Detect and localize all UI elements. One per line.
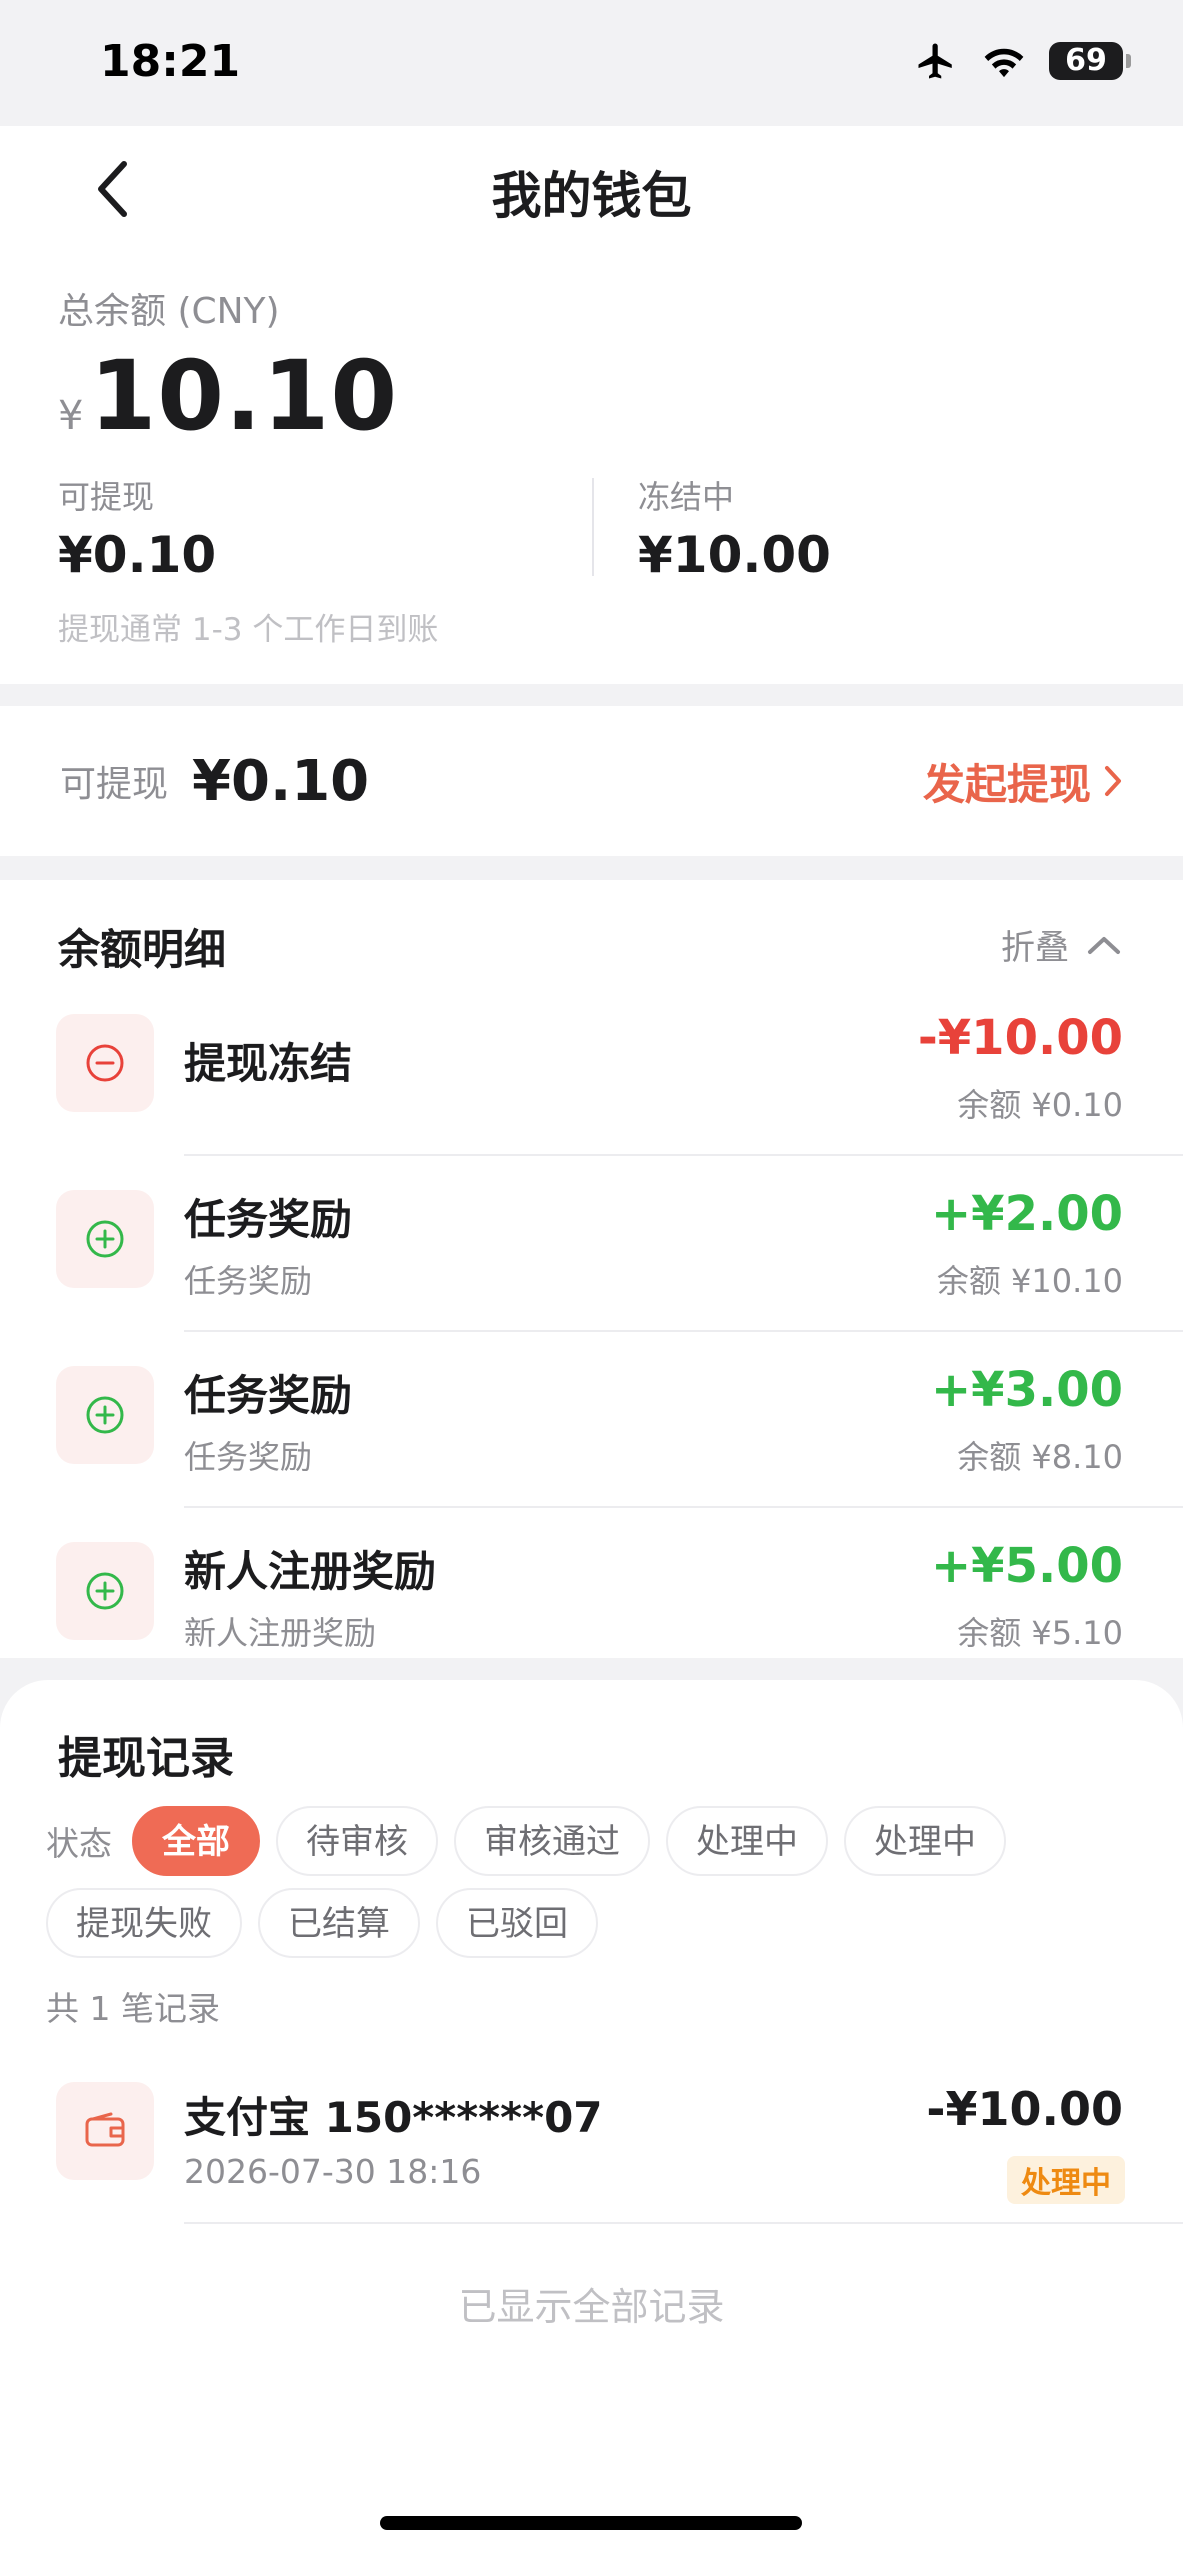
detail-balance: 余额 ¥0.10 [957, 1086, 1123, 1124]
detail-amount: +¥5.00 [930, 1538, 1123, 1594]
collapse-label: 折叠 [1001, 928, 1069, 968]
record-title: 支付宝 150******07 [184, 2093, 603, 2142]
record-amount: -¥10.00 [926, 2082, 1123, 2136]
wallet-page: 18:21 69 我的钱包 总余额 (CNY) ¥ 10.10 可提现 ¥0.1… [0, 0, 1183, 2560]
withdraw-bar-value: ¥0.10 [192, 748, 370, 814]
collapse-toggle[interactable]: 折叠 [1001, 920, 1121, 969]
detail-row[interactable]: 新人注册奖励 新人注册奖励 +¥5.00 余额 ¥5.10 [0, 1508, 1183, 1684]
chevron-up-icon [1088, 936, 1120, 954]
detail-subtitle: 新人注册奖励 [184, 1614, 377, 1652]
withdraw-bar: 可提现 ¥0.10 发起提现 [0, 706, 1183, 856]
detail-row[interactable]: 任务奖励 任务奖励 +¥2.00 余额 ¥10.10 [0, 1156, 1183, 1332]
airplane-icon [918, 43, 952, 79]
status-badge: 处理中 [1007, 2156, 1125, 2204]
total-balance-label: 总余额 (CNY) [58, 291, 280, 332]
status-icons: 69 [913, 40, 1131, 82]
detail-subtitle: 任务奖励 [184, 1438, 313, 1476]
balance-divider [592, 478, 594, 576]
frozen-block: 冻结中 ¥10.00 [638, 472, 831, 584]
total-balance-value: 10.10 [89, 340, 399, 452]
filter-chip-settled[interactable]: 已结算 [258, 1888, 420, 1958]
record-row[interactable]: 支付宝 150******07 2026-07-30 18:16 -¥10.00… [0, 2060, 1183, 2226]
home-indicator[interactable] [380, 2516, 802, 2530]
nav-header: 我的钱包 [0, 126, 1183, 252]
detail-balance: 余额 ¥10.10 [936, 1262, 1123, 1300]
frozen-value: ¥10.00 [638, 526, 831, 584]
filter-chip-failed[interactable]: 提现失败 [46, 1888, 242, 1958]
withdraw-note: 提现通常 1-3 个工作日到账 [58, 612, 439, 648]
withdrawable-block: 可提现 ¥0.10 [58, 472, 216, 584]
detail-row[interactable]: 提现冻结 -¥10.00 余额 ¥0.10 [0, 980, 1183, 1156]
filter-chip-pending-review[interactable]: 待审核 [276, 1806, 438, 1876]
minus-circle-icon [86, 1044, 124, 1082]
wifi-icon [984, 48, 1024, 78]
withdrawable-value: ¥0.10 [58, 526, 217, 584]
status-time: 18:21 [100, 36, 241, 87]
total-balance: ¥ 10.10 [58, 340, 398, 452]
filter-chip-approved[interactable]: 审核通过 [454, 1806, 650, 1876]
battery-level: 69 [1065, 43, 1107, 78]
filter-label: 状态 [46, 1824, 112, 1863]
withdraw-records: 提现记录 状态 全部 待审核 审核通过 处理中 处理中 提现失败 已结算 已驳回… [0, 1680, 1183, 2560]
detail-subtitle: 任务奖励 [184, 1262, 313, 1300]
filter-chip-processing-2[interactable]: 处理中 [844, 1806, 1006, 1876]
all-records-shown: 已显示全部记录 [458, 2285, 725, 2329]
status-filters: 状态 全部 待审核 审核通过 处理中 处理中 提现失败 已结算 已驳回 [46, 1806, 1146, 1970]
battery-icon: 69 [1049, 42, 1131, 80]
currency-symbol: ¥ [58, 393, 84, 439]
records-count: 共 1 笔记录 [46, 1989, 220, 2028]
record-time: 2026-07-30 18:16 [184, 2152, 482, 2191]
plus-circle-icon [86, 1220, 124, 1258]
detail-balance: 余额 ¥5.10 [957, 1614, 1123, 1652]
detail-icon [56, 1014, 154, 1112]
detail-title: 提现冻结 [184, 1039, 353, 1088]
balance-details: 余额明细 折叠 提现冻结 -¥10.00 余额 ¥0.10 任务奖励 任务奖励 … [0, 880, 1183, 1658]
row-divider [184, 2222, 1183, 2224]
records-title: 提现记录 [58, 1733, 234, 1784]
detail-title: 新人注册奖励 [184, 1547, 437, 1596]
detail-icon [56, 1366, 154, 1464]
filter-chip-processing[interactable]: 处理中 [666, 1806, 828, 1876]
detail-icon [56, 1542, 154, 1640]
detail-amount: +¥3.00 [930, 1362, 1123, 1418]
start-withdraw-label: 发起提现 [922, 759, 1091, 809]
balance-card: 总余额 (CNY) ¥ 10.10 可提现 ¥0.10 冻结中 ¥10.00 提… [0, 252, 1183, 684]
page-title: 我的钱包 [491, 167, 692, 225]
detail-amount: +¥2.00 [930, 1186, 1123, 1242]
withdraw-bar-label: 可提现 [60, 764, 169, 805]
detail-icon [56, 1190, 154, 1288]
start-withdraw-button[interactable]: 发起提现 [923, 751, 1123, 812]
details-title: 余额明细 [58, 925, 227, 974]
withdrawable-label: 可提现 [58, 478, 155, 516]
detail-balance: 余额 ¥8.10 [957, 1438, 1123, 1476]
wallet-icon [85, 2112, 125, 2147]
record-icon [56, 2082, 154, 2180]
chevron-right-icon [1105, 766, 1121, 796]
plus-circle-icon [86, 1572, 124, 1610]
filter-chip-all[interactable]: 全部 [132, 1806, 260, 1876]
detail-title: 任务奖励 [184, 1371, 353, 1420]
plus-circle-icon [86, 1396, 124, 1434]
detail-amount: -¥10.00 [917, 1010, 1123, 1066]
detail-row[interactable]: 任务奖励 任务奖励 +¥3.00 余额 ¥8.10 [0, 1332, 1183, 1508]
filter-chip-rejected[interactable]: 已驳回 [436, 1888, 598, 1958]
detail-title: 任务奖励 [184, 1195, 353, 1244]
status-bar: 18:21 69 [0, 0, 1183, 126]
frozen-label: 冻结中 [638, 478, 735, 516]
